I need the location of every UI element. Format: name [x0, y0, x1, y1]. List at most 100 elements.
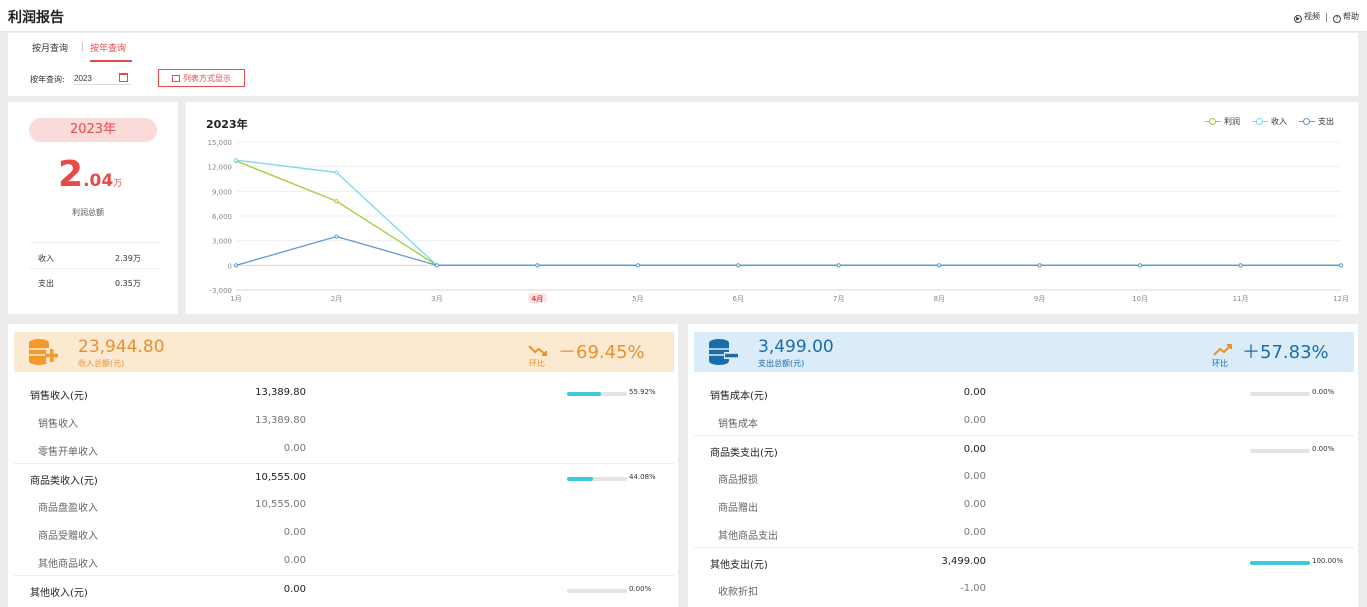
y-tick-label: 12,000 — [208, 164, 233, 172]
subitem-row: 销售成本 0.00 — [694, 407, 1354, 434]
data-point — [1137, 263, 1143, 268]
data-point — [836, 263, 841, 268]
row-amount: -1.00 — [960, 583, 986, 594]
expense-ratio-label: 环比 — [1212, 359, 1228, 368]
profit-total-value: 2.04万 — [58, 154, 122, 195]
query-panel: 按月查询 按年查询 按年查询: 列表方式显示 — [8, 33, 1358, 96]
help-icon: ? — [1333, 15, 1341, 23]
share-progress-bar — [1250, 449, 1310, 453]
tools-divider — [1326, 12, 1327, 22]
x-tick-label: 3月 — [431, 295, 442, 303]
play-icon: ▶ — [1294, 15, 1302, 23]
share-progress-fill — [1250, 561, 1310, 565]
income-header: 23,944.80 收入总额(元) 环比 －69.45% — [14, 332, 674, 372]
share-progress-bar — [567, 392, 627, 396]
video-link[interactable]: ▶ 视频 — [1294, 11, 1320, 23]
expense-header: 3,499.00 支出总额(元) 环比 ＋57.83% — [694, 332, 1354, 372]
data-point — [635, 263, 640, 268]
income-total-amount: 23,944.80 — [78, 337, 165, 357]
legend-marker — [1256, 118, 1263, 125]
expense-stat-label: 支出 — [38, 279, 54, 288]
coins-minus-icon — [709, 339, 738, 365]
profit-decimal: .04 — [83, 171, 114, 191]
profit-total-label: 利润总额 — [72, 208, 104, 217]
data-point — [1338, 263, 1344, 268]
row-label: 其他商品支出 — [718, 531, 778, 542]
row-label: 收款折扣 — [718, 587, 758, 598]
row-label: 销售成本(元) — [710, 391, 768, 402]
row-label: 其他收入(元) — [30, 588, 88, 599]
share-progress-bar — [1250, 392, 1310, 396]
expense-ratio-value: ＋57.83% — [1242, 342, 1329, 363]
data-point — [334, 199, 339, 204]
tab-year-query[interactable]: 按年查询 — [90, 41, 126, 54]
expense-stat: 支出 0.35万 — [38, 278, 148, 289]
data-point — [1037, 263, 1042, 268]
profit-integer: 2 — [58, 154, 84, 195]
y-tick-label: 9,000 — [212, 188, 232, 196]
row-amount: 10,555.00 — [255, 472, 306, 483]
share-percent: 0.00% — [629, 585, 652, 593]
summary-divider — [30, 268, 160, 269]
help-label: 帮助 — [1343, 12, 1359, 21]
subitem-row: 商品受赠收入 0.00 — [14, 519, 674, 546]
share-progress-bar — [1250, 561, 1310, 565]
trend-down-icon — [528, 345, 547, 356]
expense-total-amount: 3,499.00 — [758, 337, 834, 357]
data-point — [233, 157, 239, 163]
data-point — [937, 263, 942, 268]
x-tick-label: 2月 — [331, 295, 342, 303]
help-link[interactable]: ? 帮助 — [1333, 11, 1359, 23]
tab-month-query[interactable]: 按月查询 — [32, 41, 68, 54]
chart-legend: 利润 收入 支出 — [1205, 116, 1334, 127]
row-label: 其他商品收入 — [38, 559, 98, 570]
list-view-button[interactable]: 列表方式显示 — [158, 69, 245, 87]
share-percent: 100.00% — [1312, 557, 1344, 565]
y-tick-label: 0 — [228, 262, 232, 270]
title-bar: 利润报告 ▶ 视频 ? 帮助 — [0, 0, 1367, 32]
row-amount: 0.00 — [963, 415, 986, 426]
data-point — [334, 234, 339, 239]
y-tick-label: -3,000 — [209, 287, 232, 295]
row-label: 销售收入(元) — [30, 391, 88, 402]
expense-stat-value: 0.35万 — [115, 279, 141, 288]
legend-marker — [1303, 118, 1310, 125]
expense-card: 3,499.00 支出总额(元) 环比 ＋57.83% 销售成本(元) 0.00 0… — [688, 324, 1358, 607]
profit-unit: 万 — [113, 179, 123, 189]
y-tick-label: 6,000 — [212, 213, 232, 221]
summary-divider — [30, 242, 160, 243]
trend-up-icon — [1213, 344, 1232, 356]
row-label: 商品类收入(元) — [30, 476, 98, 487]
coins-plus-icon — [29, 339, 58, 365]
series-line — [235, 160, 1341, 266]
legend-symbol — [1205, 118, 1221, 125]
legend-item[interactable]: 收入 — [1252, 116, 1287, 127]
category-row: 销售收入(元) 13,389.80 55.92% — [14, 379, 674, 406]
row-label: 销售成本 — [718, 419, 758, 430]
row-amount: 13,389.80 — [255, 387, 306, 398]
income-stat-value: 2.39万 — [115, 254, 141, 263]
profit-report-window: 利润报告 ▶视频 ?帮助 按月查询 按年查询 按年查询: 列表方式显示 2 0 23… — [0, 0, 1367, 607]
legend-item[interactable]: 利润 — [1205, 116, 1240, 127]
income-stat: 收入 2.39万 — [38, 253, 148, 264]
x-tick-label: 4月 — [531, 295, 543, 303]
data-point — [736, 263, 741, 268]
row-amount: 0.00 — [283, 443, 306, 454]
legend-item[interactable]: 支出 — [1299, 116, 1334, 127]
tab-divider — [82, 42, 83, 52]
share-percent: 55.92% — [629, 388, 656, 396]
subitem-row: 销售收入 13,389.80 — [14, 407, 674, 434]
calendar-icon[interactable] — [119, 73, 128, 82]
legend-marker — [1209, 118, 1216, 125]
row-amount: 0.00 — [283, 555, 306, 566]
share-progress-fill — [567, 392, 601, 396]
share-percent: 44.08% — [629, 473, 656, 481]
legend-symbol — [1252, 118, 1268, 125]
x-tick-label: 12月 — [1333, 295, 1349, 303]
share-percent: 0.00% — [1312, 445, 1335, 453]
subitem-row: 零售开单收入 0.00 — [14, 435, 674, 462]
row-amount: 13,389.80 — [255, 415, 306, 426]
x-tick-label: 8月 — [933, 295, 944, 303]
category-row: 商品类收入(元) 10,555.00 44.08% — [14, 463, 674, 490]
data-point — [1238, 263, 1243, 268]
